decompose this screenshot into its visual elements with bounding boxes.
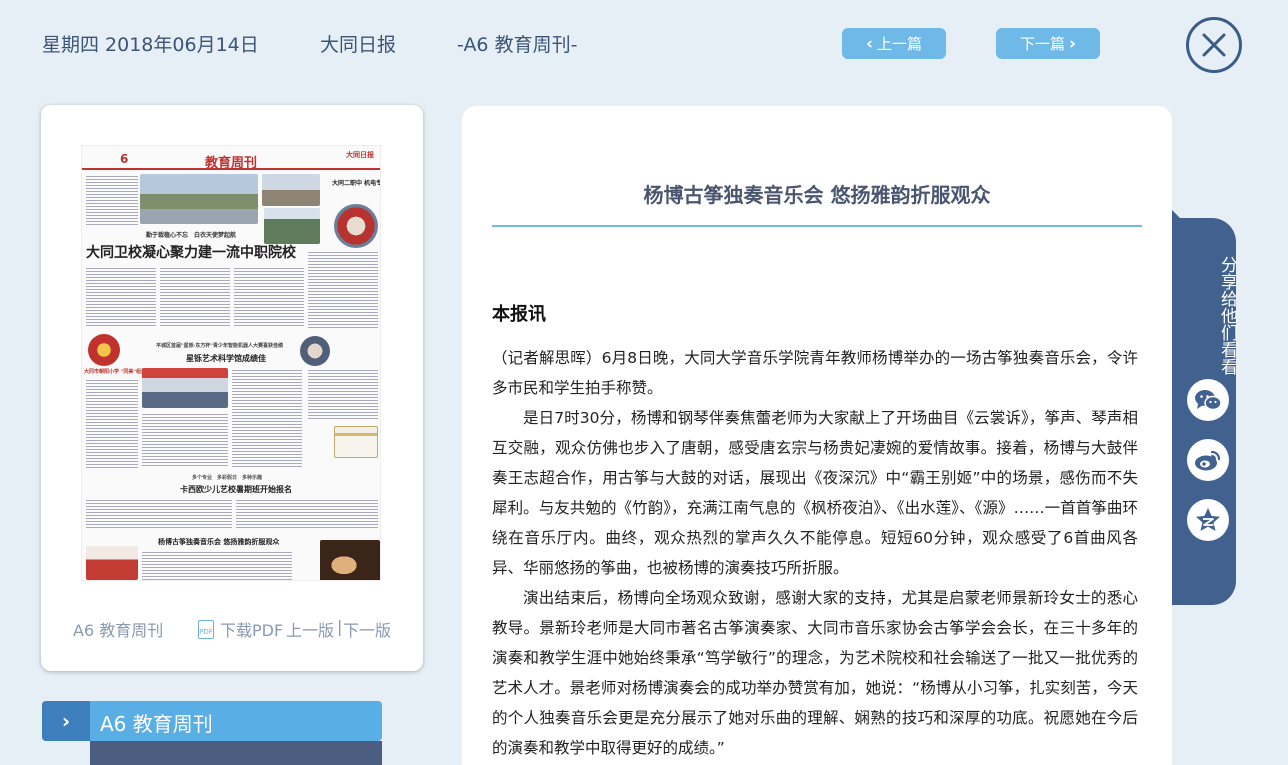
prev-page-link[interactable]: 上一版 — [286, 617, 334, 641]
prev-article-button[interactable]: ‹ 上一篇 — [842, 28, 946, 59]
text-column — [86, 266, 156, 328]
page-link-separator: | — [337, 617, 343, 636]
bottom-headline: 杨博古筝独奏音乐会 悠扬雅韵折服观众 — [158, 537, 280, 546]
page-thumbnail-card: 6 教育周刊 大同日报 大同二职中 机电专业高作理想 勤于栽植心不忘 白衣天使梦… — [41, 105, 423, 671]
share-wechat-button[interactable] — [1187, 379, 1229, 421]
share-sidebar: 分享给他们看看 — [1172, 218, 1237, 605]
concert-photo — [86, 546, 138, 580]
weibo-icon — [1195, 450, 1221, 471]
lower-subhead: 多个专业 多彩假日 多种乐趣 — [192, 475, 263, 481]
article-title: 杨博古筝独奏音乐会 悠扬雅韵折服观众 — [643, 183, 991, 207]
download-pdf-link[interactable]: 下载PDF — [220, 617, 283, 641]
text-column — [308, 250, 378, 328]
side-headline: 大同二职中 机电专业高作理想 — [332, 180, 380, 187]
edition-tab[interactable]: › A6 教育周刊 — [42, 701, 382, 741]
article-paragraph: 演出结束后，杨博向全场观众致谢，感谢大家的支持，尤其是启蒙老师景新玲女士的悉心教… — [492, 589, 1138, 757]
group-photo — [142, 368, 228, 408]
text-column — [236, 498, 378, 528]
text-column — [160, 266, 230, 328]
masthead-rule — [82, 168, 380, 170]
text-column — [86, 378, 138, 468]
chevron-left-icon: ‹ — [865, 33, 873, 54]
text-column — [86, 498, 232, 528]
close-icon — [1202, 33, 1226, 57]
mid-subhead: 平城区首届"星铄·东方杯"青少年智能机器人大赛喜获佳绩 — [156, 343, 283, 349]
article-panel: 杨博古筝独奏音乐会 悠扬雅韵折服观众 本报讯 （记者解思晖）6月8日晚，大同大学… — [462, 106, 1172, 765]
share-label: 分享给他们看看 — [1217, 256, 1237, 375]
text-column — [232, 368, 302, 468]
guzheng-photo — [320, 540, 380, 580]
text-column — [86, 174, 138, 226]
next-article-label: 下一篇 — [1019, 35, 1065, 53]
school-photo — [140, 174, 258, 224]
article-paragraph: 是日7时30分，杨博和钢琴伴奏焦蕾老师为大家献上了开场曲目《云裳诉》，筝声、琴声… — [492, 409, 1138, 577]
lower-headline: 卡西欧少儿艺校暑期班开始报名 — [180, 484, 292, 494]
title-divider — [492, 225, 1142, 227]
article-body: （记者解思晖）6月8日晚，大同大学音乐学院青年教师杨博举办的一场古筝独奏音乐会，… — [492, 343, 1138, 763]
wechat-icon — [1195, 390, 1222, 411]
robot-photo — [300, 336, 330, 366]
pdf-icon: PDF — [198, 620, 214, 639]
close-button[interactable] — [1186, 17, 1242, 73]
paper-name: 大同日报 — [320, 34, 397, 56]
students-photo — [334, 204, 378, 248]
article-section-label: 本报讯 — [492, 304, 546, 325]
share-weibo-button[interactable] — [1187, 439, 1229, 481]
article-paragraph: （记者解思晖）6月8日晚，大同大学音乐学院青年教师杨博举办的一场古筝独奏音乐会，… — [492, 349, 1138, 397]
mid-headline: 星铄艺术科学馆成绩佳 — [186, 353, 266, 363]
edition-name: -A6 教育周刊- — [457, 34, 578, 56]
text-column — [234, 266, 304, 328]
qzone-icon — [1196, 508, 1220, 531]
text-column — [308, 368, 378, 420]
prev-article-label: 上一篇 — [877, 35, 923, 53]
tower-photo — [262, 174, 320, 206]
badge-photo — [88, 334, 120, 366]
newspaper-page-thumbnail[interactable]: 6 教育周刊 大同日报 大同二职中 机电专业高作理想 勤于栽植心不忘 白衣天使梦… — [81, 145, 381, 581]
main-subhead: 勤于栽植心不忘 白衣天使梦起航 — [146, 232, 237, 239]
next-page-link[interactable]: 下一版 — [343, 617, 391, 641]
edition-tab-label: A6 教育周刊 — [100, 712, 213, 736]
thumbnail-footer: A6 教育周刊 PDF 下载PDF 上一版 | 下一版 — [41, 617, 423, 641]
text-column — [142, 550, 292, 580]
next-article-button[interactable]: 下一篇 › — [996, 28, 1100, 59]
share-qzone-button[interactable] — [1187, 499, 1229, 541]
chevron-right-icon: › — [42, 701, 90, 741]
text-column — [142, 412, 228, 468]
paper-logo: 大同日报 — [346, 150, 374, 159]
building-photo — [264, 208, 320, 244]
edition-link[interactable]: A6 教育周刊 — [73, 617, 163, 641]
chevron-right-icon: › — [1069, 33, 1077, 54]
issue-date: 星期四 2018年06月14日 — [42, 34, 259, 56]
edition-article-list — [90, 741, 382, 765]
certificate-photo — [334, 426, 378, 458]
main-headline: 大同卫校凝心聚力建一流中职院校 — [86, 245, 296, 261]
